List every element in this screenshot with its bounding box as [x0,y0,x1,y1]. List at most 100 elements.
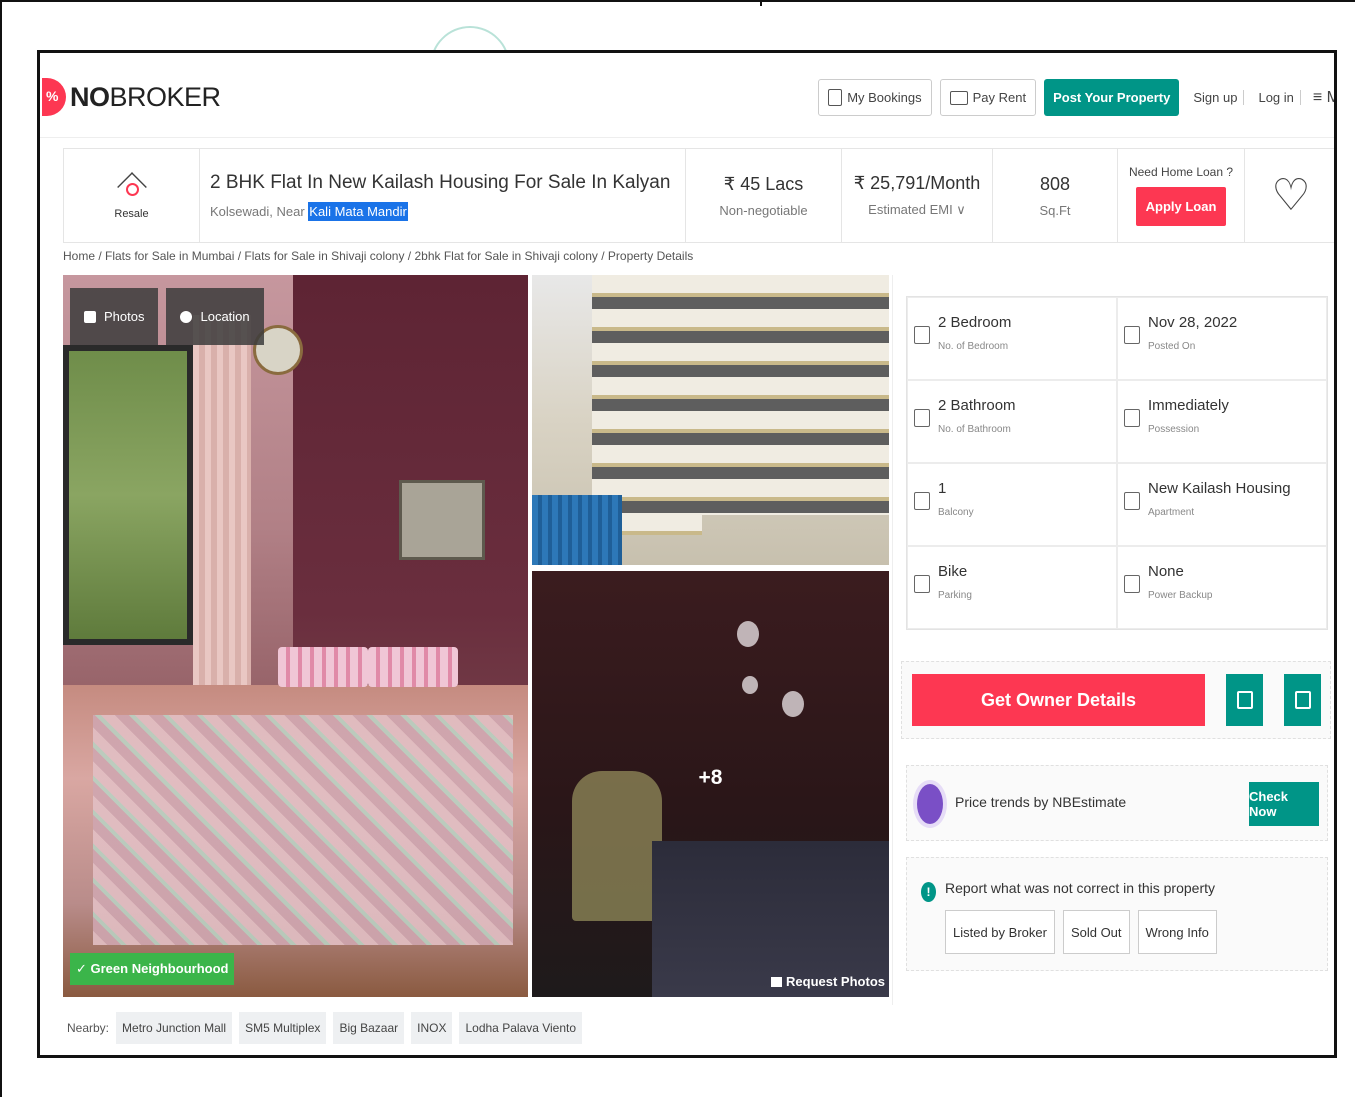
chat-icon [1294,691,1311,709]
resale-cell: Resale [64,149,200,242]
title-cell: 2 BHK Flat In New Kailash Housing For Sa… [200,149,686,242]
report-listed-by-broker-button[interactable]: Listed by Broker [945,910,1055,954]
bed-icon [914,326,930,344]
emi-cell[interactable]: ₹ 25,791/Month Estimated EMI ∨ [842,149,993,242]
screenshot-canvas: % NOBROKER My Bookings Pay Rent Post You… [0,0,1355,1097]
photos-button[interactable]: Photos [70,288,159,345]
breadcrumb[interactable]: Home / Flats for Sale in Mumbai / Flats … [63,249,693,263]
nearby-chip[interactable]: SM5 Multiplex [239,1012,327,1044]
alert-icon: ! [921,882,936,902]
detail-parking: Bike Parking [907,546,1117,629]
emi-value: ₹ 25,791/Month [853,173,981,193]
logo-text: NOBROKER [70,81,221,112]
resale-label: Resale [114,207,149,220]
property-title: 2 BHK Flat In New Kailash Housing For Sa… [210,172,671,193]
my-bookings-button[interactable]: My Bookings [818,79,932,116]
site-header: % NOBROKER My Bookings Pay Rent Post You… [40,53,1334,138]
menu-label: M [1327,89,1334,106]
post-property-button[interactable]: Post Your Property [1044,79,1180,116]
pay-rent-button[interactable]: Pay Rent [939,79,1037,116]
request-photos-button[interactable]: Request Photos [771,974,885,989]
bookings-icon [828,89,843,106]
my-bookings-label: My Bookings [847,90,922,105]
detail-balcony: 1 Balcony [907,463,1117,546]
exterior-photo[interactable] [532,275,889,565]
balcony-icon [914,492,930,510]
photos-label: Photos [104,309,145,324]
calendar-icon [1124,326,1140,344]
report-text: Report what was not correct in this prop… [945,880,1216,896]
logo-mark-icon: % [42,78,66,116]
property-summary: Resale 2 BHK Flat In New Kailash Housing… [63,148,1334,243]
car-icon [914,575,930,593]
detail-bedroom: 2 Bedroom No. of Bedroom [907,297,1117,380]
nearby-bar: Nearby: Metro Junction Mall SM5 Multiple… [63,1008,889,1048]
price-label: Non-negotiable [719,202,808,218]
heart-icon[interactable]: ♡ [1271,170,1310,221]
property-address: Kolsewadi, Near Kali Mata Mandir [210,202,685,221]
nobroker-logo[interactable]: % NOBROKER [42,78,221,116]
report-options: Listed by Broker Sold Out Wrong Info [945,910,1217,954]
nearby-chip[interactable]: Lodha Palava Viento [459,1012,583,1044]
price-trends-text: Price trends by NBEstimate [955,794,1127,810]
get-owner-details-button[interactable]: Get Owner Details [912,674,1205,726]
nearby-chip[interactable]: Metro Junction Mall [116,1012,233,1044]
camera-icon [84,310,96,323]
loan-cell: Need Home Loan ? Apply Loan [1118,149,1245,242]
header-nav: My Bookings Pay Rent Post Your Property … [818,79,1334,116]
detail-bathroom: 2 Bathroom No. of Bathroom [907,380,1117,463]
detail-apartment: New Kailash Housing Apartment [1117,463,1327,546]
price-trends-box: Price trends by NBEstimate Check Now [906,765,1328,841]
favourite-cell: ♡ [1245,149,1334,242]
area-value: 808 [1039,173,1071,194]
loan-question: Need Home Loan ? [1128,165,1234,179]
owner-actions: Get Owner Details [901,661,1331,739]
request-photos-label: Request Photos [786,974,885,989]
nearby-label: Nearby: [67,1021,110,1035]
browser-frame: % NOBROKER My Bookings Pay Rent Post You… [37,50,1337,1058]
left-border [0,0,2,1097]
top-tick [760,0,762,6]
green-neighbourhood-badge: ✓ Green Neighbourhood [70,953,235,985]
resale-house-icon [116,171,147,202]
compass-icon [180,310,193,323]
report-wrong-info-button[interactable]: Wrong Info [1137,910,1217,954]
image-icon [771,976,783,987]
area-cell: 808 Sq.Ft [993,149,1118,242]
bedroom-photo-more[interactable]: +8 Request Photos [532,571,889,997]
pay-rent-label: Pay Rent [972,90,1027,105]
emi-label[interactable]: Estimated EMI ∨ [868,202,966,218]
area-label: Sq.Ft [1039,202,1071,218]
apply-loan-button[interactable]: Apply Loan [1135,187,1227,226]
location-label: Location [200,309,250,324]
address-prefix: Kolsewadi, Near [210,204,309,219]
key-icon [1124,409,1140,427]
chat-button[interactable] [1284,674,1321,726]
bath-icon [914,409,930,427]
hamburger-menu-icon[interactable]: ≡ M [1309,89,1334,107]
trend-chart-icon [917,784,943,824]
nearby-chip[interactable]: Big Bazaar [333,1012,405,1044]
schedule-visit-button[interactable] [1226,674,1263,726]
report-box: ! Report what was not correct in this pr… [906,857,1328,971]
right-column: 2 Bedroom No. of Bedroom Nov 28, 2022 Post… [892,275,1334,1005]
log-in-link[interactable]: Log in [1252,90,1301,105]
property-details-grid: 2 Bedroom No. of Bedroom Nov 28, 2022 Post… [906,296,1328,630]
sign-up-link[interactable]: Sign up [1187,90,1245,105]
report-sold-out-button[interactable]: Sold Out [1062,910,1130,954]
detail-possession: Immediately Possession [1117,380,1327,463]
more-photos-count: +8 [698,766,723,789]
battery-icon [1124,575,1140,593]
check-now-button[interactable]: Check Now [1249,782,1319,826]
main-photo[interactable]: Photos Location ✓ Green Neighbourhood [63,275,528,997]
price-cell: ₹ 45 Lacs Non-negotiable [686,149,842,242]
price-value: ₹ 45 Lacs [723,173,804,194]
top-border [0,0,1355,2]
detail-power-backup: None Power Backup [1117,546,1327,629]
location-button[interactable]: Location [166,288,264,345]
building-icon [1124,492,1140,510]
calendar-icon [1236,691,1253,709]
nearby-chip[interactable]: INOX [411,1012,453,1044]
card-icon [949,90,968,105]
address-landmark: Kali Mata Mandir [308,202,408,221]
